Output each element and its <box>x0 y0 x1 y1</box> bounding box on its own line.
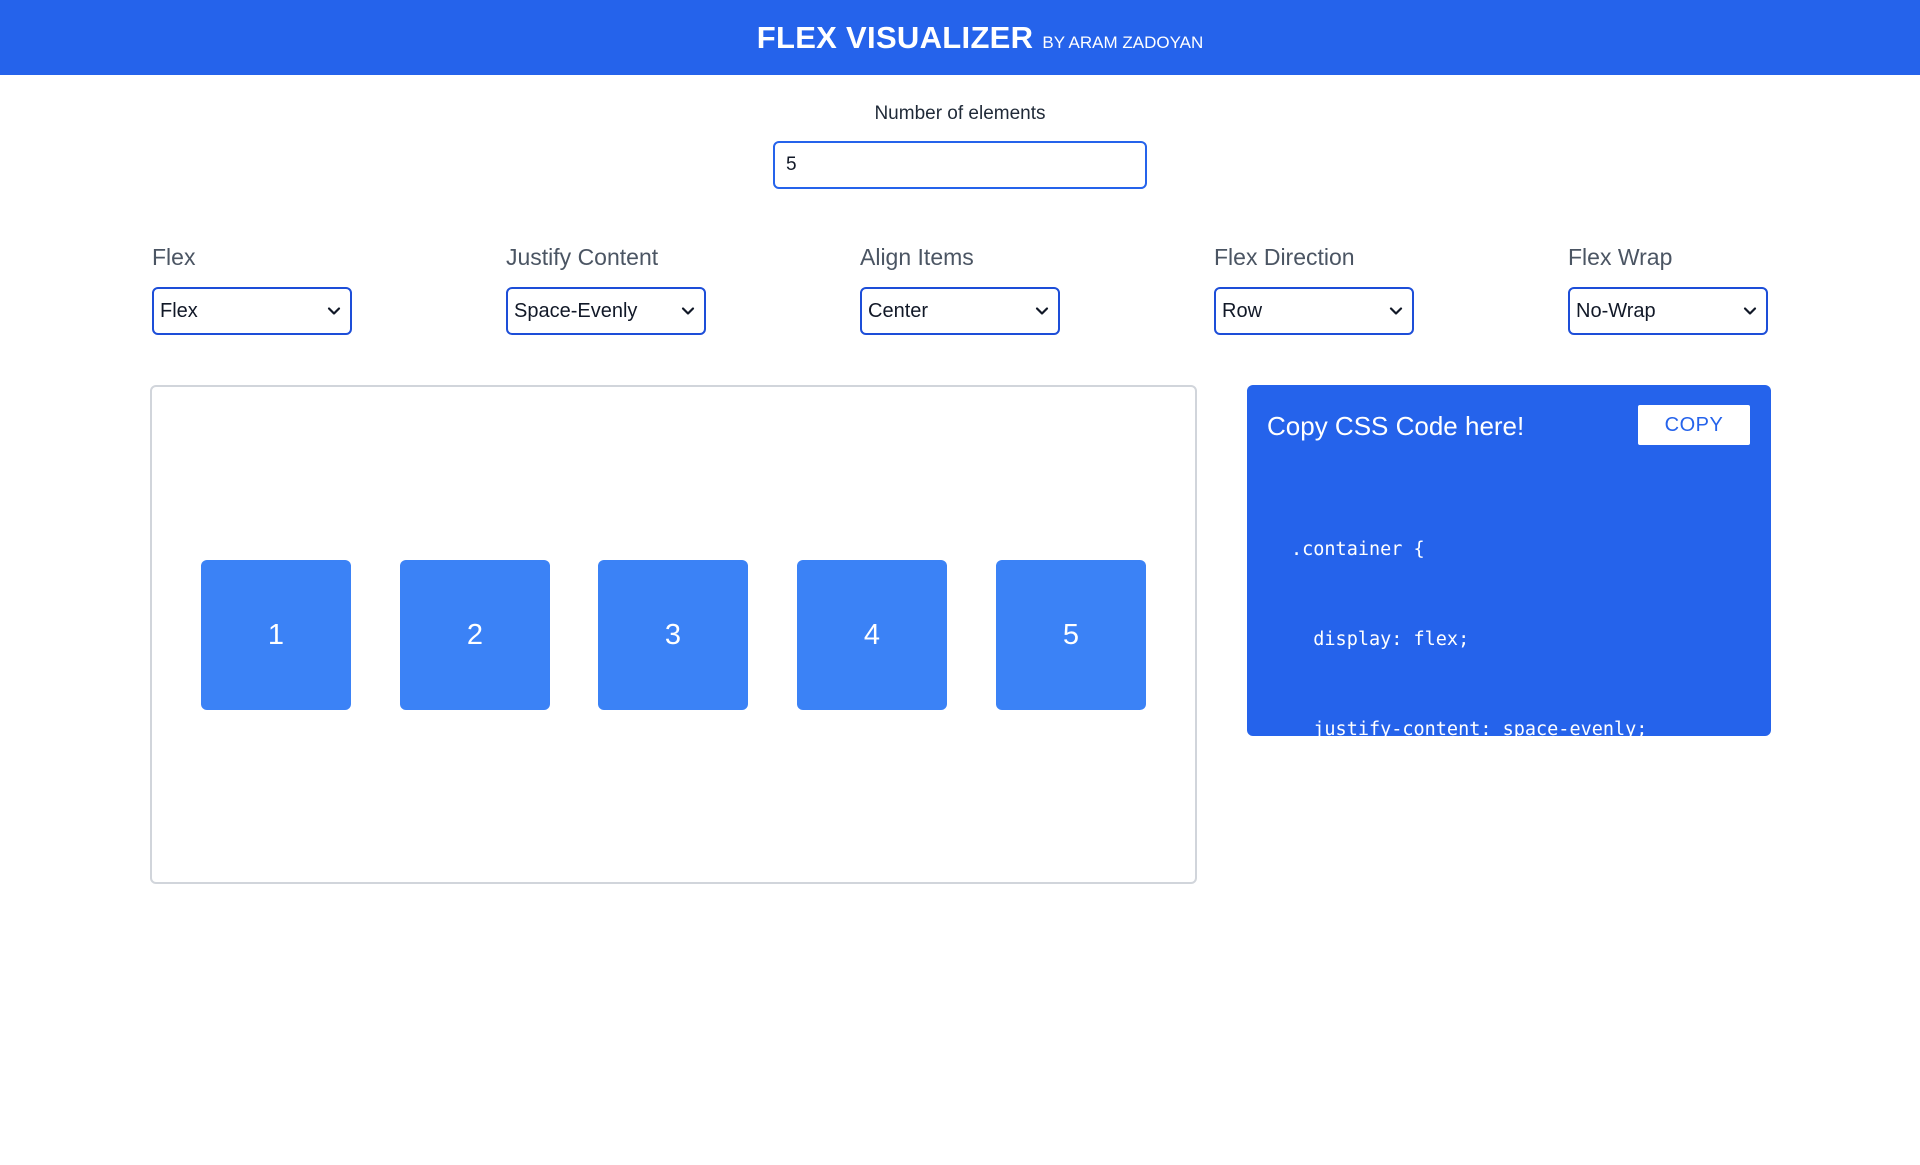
chevron-down-icon <box>1035 307 1049 315</box>
justify-content-label: Justify Content <box>506 244 659 270</box>
css-code-panel: Copy CSS Code here! COPY .container { di… <box>1247 385 1771 1100</box>
brand: FLEX VISUALIZER BY ARAM ZADOYAN <box>757 20 1204 56</box>
code-line: flex-wrap: nowrap; <box>1291 989 1514 1010</box>
code-line: display: flex; <box>1291 629 1470 650</box>
code-line: .container { <box>1291 539 1425 560</box>
flex-item: 2 <box>400 560 550 710</box>
chevron-down-icon <box>1389 307 1403 315</box>
code-line: justify-content: space-evenly; <box>1291 719 1648 740</box>
flex-select-value: Flex <box>160 299 198 322</box>
flex-direction-select[interactable]: Row <box>1214 287 1414 335</box>
justify-content-control: Justify Content Space-Evenly <box>506 243 706 335</box>
element-count-label: Number of elements <box>874 103 1046 124</box>
flex-wrap-select-value: No-Wrap <box>1576 299 1656 322</box>
flex-control: Flex Flex <box>152 243 352 335</box>
flex-wrap-label: Flex Wrap <box>1568 244 1673 270</box>
align-items-select[interactable]: Center <box>860 287 1060 335</box>
justify-content-select-value: Space-Evenly <box>514 299 638 322</box>
top-bar: FLEX VISUALIZER BY ARAM ZADOYAN <box>0 0 1920 75</box>
chevron-down-icon <box>1743 307 1757 315</box>
element-count-input[interactable] <box>773 141 1147 189</box>
flex-direction-control: Flex Direction Row <box>1214 243 1414 335</box>
css-code-block[interactable]: .container { display: flex; justify-cont… <box>1291 475 1647 1165</box>
code-line: align-items: center; <box>1291 809 1537 830</box>
app-title: FLEX VISUALIZER <box>756 19 1034 55</box>
align-items-label: Align Items <box>860 244 974 270</box>
flex-item: 3 <box>598 560 748 710</box>
justify-content-select[interactable]: Space-Evenly <box>506 287 706 335</box>
flex-direction-select-value: Row <box>1222 299 1263 322</box>
flex-item: 1 <box>201 560 351 710</box>
flex-item: 4 <box>797 560 947 710</box>
code-line: flex-direction: row; <box>1291 899 1537 920</box>
flex-direction-label: Flex Direction <box>1214 244 1355 270</box>
copy-button[interactable]: COPY <box>1638 405 1750 445</box>
chevron-down-icon <box>681 307 695 315</box>
flex-wrap-select[interactable]: No-Wrap <box>1568 287 1768 335</box>
align-items-control: Align Items Center <box>860 243 1060 335</box>
flex-item: 5 <box>996 560 1146 710</box>
flex-preview-container: 1 2 3 4 5 <box>150 385 1197 884</box>
flex-wrap-control: Flex Wrap No-Wrap <box>1568 243 1768 335</box>
chevron-down-icon <box>327 307 341 315</box>
align-items-select-value: Center <box>868 299 929 322</box>
flex-select[interactable]: Flex <box>152 287 352 335</box>
app-author: BY ARAM ZADOYAN <box>1042 32 1204 52</box>
code-panel-title: Copy CSS Code here! <box>1267 411 1525 441</box>
flex-label: Flex <box>152 244 196 270</box>
